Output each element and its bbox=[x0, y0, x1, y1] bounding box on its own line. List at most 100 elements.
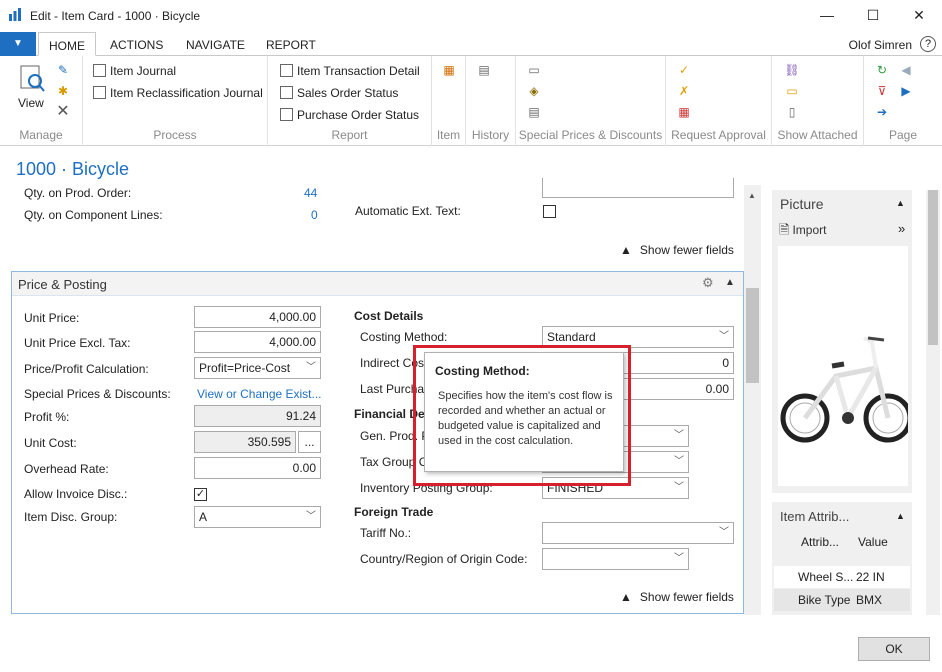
go-to-icon[interactable]: ➔ bbox=[874, 104, 890, 120]
minimize-button[interactable]: — bbox=[804, 0, 850, 30]
allow-invoice-disc-checkbox[interactable]: ✓ bbox=[194, 488, 207, 501]
unit-cost-assist-button[interactable]: ... bbox=[298, 431, 321, 453]
country-origin-select[interactable]: ﹀ bbox=[542, 548, 689, 570]
scroll-up-icon[interactable]: ▲ bbox=[748, 191, 756, 200]
delete-icon[interactable]: ✕ bbox=[55, 104, 71, 120]
show-fewer-fields-link[interactable]: ▲ Show fewer fields bbox=[620, 590, 734, 604]
special-prices-link[interactable]: View or Change Exist... bbox=[197, 387, 322, 401]
close-button[interactable]: ✕ bbox=[896, 0, 942, 30]
ok-button[interactable]: OK bbox=[858, 637, 930, 661]
attachment-icon[interactable]: ▯ bbox=[784, 104, 800, 120]
previous-field-input[interactable] bbox=[542, 178, 734, 198]
item-grid-icon[interactable]: ▦ bbox=[441, 62, 457, 78]
ribbon-group-history: ▤ History bbox=[466, 56, 516, 146]
app-menu-button[interactable]: ▼ bbox=[0, 32, 36, 56]
profit-percent-label: Profit %: bbox=[24, 410, 70, 424]
ribbon-group-page: ↻ ◀ ⊽ ▶ ➔ Page bbox=[864, 56, 942, 146]
discount-icon[interactable]: ◈ bbox=[526, 83, 542, 99]
unit-cost-value: 350.595 bbox=[194, 431, 296, 453]
attribute-name: Bike Type bbox=[798, 593, 851, 607]
vertical-scrollbar[interactable]: ▲ bbox=[744, 185, 761, 615]
table-row[interactable]: Bike Type BMX bbox=[774, 589, 910, 611]
item-transaction-detail-button[interactable]: Item Transaction Detail bbox=[280, 64, 420, 78]
chevron-down-icon: ﹀ bbox=[306, 511, 316, 522]
item-attributes-title: Item Attrib... bbox=[780, 509, 850, 524]
price-profit-calc-label: Price/Profit Calculation: bbox=[24, 362, 149, 376]
report-icon bbox=[280, 86, 293, 99]
item-attributes-factbox: Item Attrib... ▲ Attrib... Value Wheel S… bbox=[772, 502, 912, 615]
qty-prod-order-value[interactable]: 44 bbox=[304, 186, 317, 200]
chevron-down-icon: ﹀ bbox=[674, 456, 684, 467]
tariff-no-select[interactable]: ﹀ bbox=[542, 522, 734, 544]
fasttab-header[interactable]: Price & Posting ⚙ ▲ bbox=[12, 272, 743, 296]
costing-method-label: Costing Method: bbox=[360, 330, 448, 344]
ledger-icon[interactable]: ▤ bbox=[476, 62, 492, 78]
qty-component-lines-value[interactable]: 0 bbox=[311, 208, 318, 222]
page-title: 1000 · Bicycle bbox=[16, 159, 130, 179]
collapse-chevron-icon[interactable]: ▲ bbox=[725, 277, 735, 288]
tab-navigate[interactable]: NAVIGATE bbox=[176, 32, 255, 56]
group-label: Page bbox=[888, 128, 918, 142]
view-button[interactable]: View bbox=[18, 96, 44, 110]
window-title: Edit - Item Card - 1000 · Bicycle bbox=[30, 9, 201, 23]
refresh-icon[interactable]: ↻ bbox=[874, 62, 890, 78]
user-name: Olof Simren bbox=[848, 38, 912, 52]
more-options-icon[interactable]: » bbox=[898, 221, 905, 236]
item-disc-group-label: Item Disc. Group: bbox=[24, 510, 118, 524]
purchase-order-status-label: Purchase Order Status bbox=[297, 108, 420, 122]
overhead-rate-input[interactable]: 0.00 bbox=[194, 457, 321, 479]
send-approval-icon[interactable]: ✓ bbox=[676, 62, 692, 78]
tab-actions[interactable]: ACTIONS bbox=[100, 32, 173, 56]
chevron-up-icon: ▲ bbox=[620, 243, 632, 257]
costing-method-value: Standard bbox=[547, 330, 596, 344]
attribute-name: Wheel S... bbox=[798, 570, 854, 584]
bicycle-image-icon bbox=[780, 336, 913, 443]
new-icon[interactable]: ✱ bbox=[55, 83, 71, 99]
item-journal-button[interactable]: Item Journal bbox=[93, 64, 176, 78]
collapse-chevron-icon[interactable]: ▲ bbox=[896, 198, 905, 208]
unit-price-input[interactable]: 4,000.00 bbox=[194, 306, 321, 328]
journal-icon bbox=[93, 86, 106, 99]
next-record-icon[interactable]: ▶ bbox=[898, 83, 914, 99]
collapse-chevron-icon[interactable]: ▲ bbox=[896, 511, 905, 521]
unit-price-excl-tax-input[interactable]: 4,000.00 bbox=[194, 331, 321, 353]
factbox-scrollbar-thumb[interactable] bbox=[928, 190, 938, 345]
table-row[interactable]: Wheel S... 22 IN bbox=[774, 566, 910, 588]
notes-icon[interactable]: ▭ bbox=[784, 83, 800, 99]
view-icon[interactable] bbox=[18, 64, 46, 94]
item-disc-group-select[interactable]: A ﹀ bbox=[194, 506, 321, 528]
item-reclass-journal-button[interactable]: Item Reclassification Journal bbox=[93, 86, 263, 100]
item-journal-label: Item Journal bbox=[110, 64, 177, 78]
cancel-approval-icon[interactable]: ✗ bbox=[676, 83, 692, 99]
approval-flow-icon[interactable]: ▦ bbox=[676, 104, 692, 120]
previous-record-icon[interactable]: ◀ bbox=[898, 62, 914, 78]
group-label: Show Attached bbox=[777, 128, 858, 142]
help-icon[interactable]: ? bbox=[920, 36, 936, 52]
edit-icon[interactable]: ✎ bbox=[55, 62, 71, 78]
factbox-scrollbar[interactable] bbox=[926, 190, 940, 615]
highlight-box bbox=[413, 345, 631, 486]
group-label: Request Approval bbox=[671, 128, 766, 142]
chevron-down-icon: ﹀ bbox=[674, 553, 684, 564]
sales-order-status-label: Sales Order Status bbox=[297, 86, 399, 100]
price-tag-icon[interactable]: ▭ bbox=[526, 62, 542, 78]
show-fewer-fields-label: Show fewer fields bbox=[639, 243, 734, 257]
prices-overview-icon[interactable]: ▤ bbox=[526, 104, 542, 120]
import-button[interactable]: 🗎 Import bbox=[779, 221, 826, 243]
allow-invoice-disc-label: Allow Invoice Disc.: bbox=[24, 487, 128, 501]
ribbon-tab-bar: ▼ HOME ACTIONS NAVIGATE REPORT Olof Simr… bbox=[0, 32, 942, 56]
purchase-order-status-button[interactable]: Purchase Order Status bbox=[280, 108, 419, 122]
group-label: Manage bbox=[19, 128, 63, 142]
tab-report[interactable]: REPORT bbox=[256, 32, 326, 56]
settings-gear-icon[interactable]: ⚙ bbox=[702, 275, 714, 291]
maximize-button[interactable]: ☐ bbox=[850, 0, 896, 30]
price-profit-calc-select[interactable]: Profit=Price-Cost ﹀ bbox=[194, 357, 321, 379]
tab-home[interactable]: HOME bbox=[38, 32, 96, 56]
links-icon[interactable]: ⛓ bbox=[784, 62, 800, 78]
auto-ext-text-checkbox[interactable] bbox=[543, 205, 556, 218]
attribute-value: BMX bbox=[856, 593, 883, 607]
scrollbar-thumb[interactable] bbox=[746, 288, 759, 383]
show-fewer-fields-link[interactable]: ▲ Show fewer fields bbox=[620, 243, 734, 257]
clear-filter-icon[interactable]: ⊽ bbox=[874, 83, 890, 99]
sales-order-status-button[interactable]: Sales Order Status bbox=[280, 86, 398, 100]
